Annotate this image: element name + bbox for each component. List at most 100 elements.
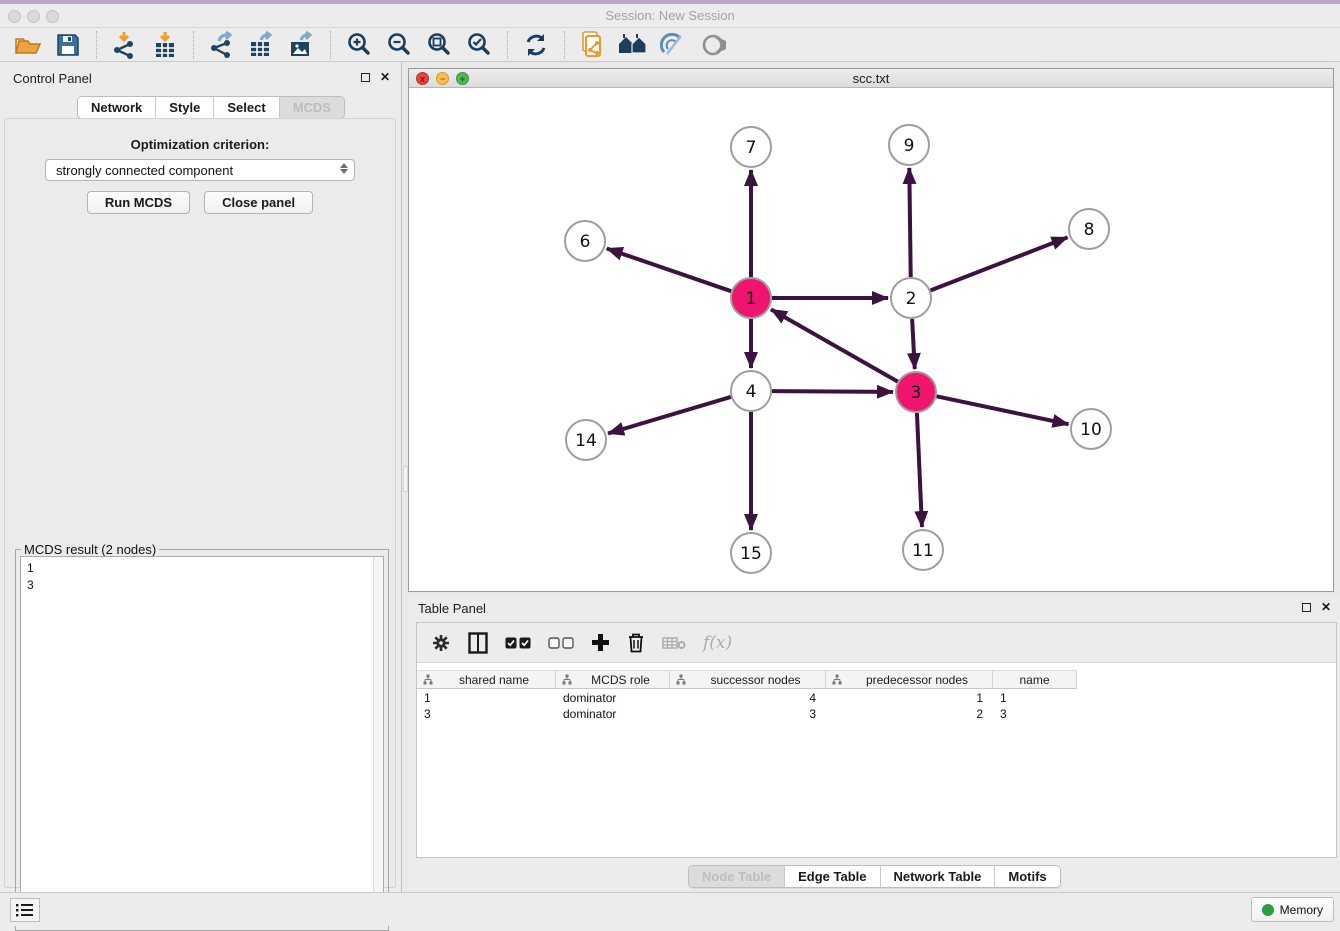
deselect-all-icon[interactable]: [548, 637, 574, 649]
optimization-criterion-select[interactable]: strongly connected component: [45, 159, 355, 181]
cell-predecessor-nodes[interactable]: 1: [826, 690, 993, 706]
zoom-fit-icon[interactable]: [424, 30, 454, 60]
vertical-splitter[interactable]: [401, 62, 408, 892]
export-table-icon[interactable]: [247, 30, 277, 60]
column-header-successor-nodes[interactable]: successor nodes: [670, 671, 826, 688]
table-toolbar: f(x): [417, 623, 1336, 663]
graph-edge-3-10[interactable]: [937, 396, 1069, 424]
table-panel-tabs: Node Table Edge Table Network Table Moti…: [688, 865, 1061, 888]
memory-button[interactable]: Memory: [1251, 897, 1334, 922]
column-header-predecessor-nodes[interactable]: predecessor nodes: [826, 671, 993, 688]
save-icon[interactable]: [53, 30, 83, 60]
memory-label: Memory: [1280, 903, 1323, 917]
toolbar-separator: [507, 31, 508, 59]
cell-name[interactable]: 3: [993, 706, 1077, 722]
tab-network-table[interactable]: Network Table: [880, 866, 995, 887]
mcds-result-text: 1 3: [27, 560, 34, 594]
graph-node-label: 4: [746, 382, 757, 402]
graph-edge-2-9[interactable]: [909, 168, 910, 277]
open-folder-icon[interactable]: [13, 30, 43, 60]
task-history-button[interactable]: [10, 898, 40, 922]
add-column-icon[interactable]: [591, 633, 610, 652]
tab-select[interactable]: Select: [213, 97, 278, 118]
zoom-selected-icon[interactable]: [464, 30, 494, 60]
network-graph[interactable]: 1234678910111415: [409, 89, 1333, 591]
vizmap-hide-icon[interactable]: [658, 30, 688, 60]
graph-node-label: 9: [904, 136, 915, 156]
column-type-icon: [562, 674, 572, 685]
columns-icon[interactable]: [468, 632, 488, 654]
graph-edge-4-3[interactable]: [772, 391, 893, 392]
close-panel-icon[interactable]: ✕: [380, 70, 390, 84]
status-bar: Memory: [0, 892, 1340, 926]
toolbar-separator: [96, 31, 97, 59]
import-table-icon[interactable]: [150, 30, 180, 60]
mcds-result-textarea[interactable]: 1 3: [20, 556, 384, 926]
close-panel-button[interactable]: Close panel: [204, 191, 313, 214]
export-network-icon[interactable]: [207, 30, 237, 60]
refresh-icon[interactable]: [521, 30, 551, 60]
float-table-panel-icon[interactable]: [1302, 603, 1311, 612]
graph-edge-3-11[interactable]: [917, 413, 922, 527]
graph-edge-1-6[interactable]: [607, 248, 731, 291]
memory-status-dot: [1262, 904, 1274, 916]
graph-node-label: 3: [911, 383, 922, 403]
tab-style[interactable]: Style: [155, 97, 213, 118]
column-type-icon: [832, 674, 842, 685]
network-from-selection-icon[interactable]: [578, 30, 608, 60]
tab-network[interactable]: Network: [78, 97, 155, 118]
graph-node-label: 14: [575, 431, 597, 451]
list-icon: [16, 903, 34, 917]
cell-predecessor-nodes[interactable]: 2: [826, 706, 993, 722]
control-panel: Control Panel ✕ Network Style Select MCD…: [0, 62, 401, 892]
tab-edge-table[interactable]: Edge Table: [784, 866, 879, 887]
table-header: shared name MCDS role successor nodes pr…: [417, 670, 1077, 689]
tab-node-table[interactable]: Node Table: [689, 866, 784, 887]
export-image-icon[interactable]: [287, 30, 317, 60]
home-icon[interactable]: [618, 30, 648, 60]
tab-mcds[interactable]: MCDS: [279, 97, 344, 118]
mcds-result-group: MCDS result (2 nodes) 1 3: [15, 549, 389, 931]
toolbar-separator: [330, 31, 331, 59]
import-network-icon[interactable]: [110, 30, 140, 60]
select-all-icon[interactable]: [505, 637, 531, 649]
result-scrollbar[interactable]: [373, 557, 383, 925]
graph-edge-2-8[interactable]: [931, 237, 1068, 290]
cell-mcds-role[interactable]: dominator: [556, 706, 670, 722]
delete-icon[interactable]: [627, 632, 645, 653]
close-table-panel-icon[interactable]: ✕: [1321, 600, 1331, 614]
table-row[interactable]: 3 dominator 3 2 3: [417, 706, 1336, 722]
cell-shared-name[interactable]: 1: [417, 690, 556, 706]
window-title: Session: New Session: [0, 8, 1340, 23]
cell-mcds-role[interactable]: dominator: [556, 690, 670, 706]
graph-node-label: 6: [580, 232, 591, 252]
network-window-title: scc.txt: [409, 71, 1333, 86]
column-header-mcds-role[interactable]: MCDS role: [556, 671, 670, 688]
graph-node-label: 1: [746, 289, 757, 309]
run-mcds-button[interactable]: Run MCDS: [87, 191, 190, 214]
gear-icon[interactable]: [431, 633, 451, 653]
delete-table-icon: [662, 636, 686, 650]
dropdown-value: strongly connected component: [56, 163, 233, 178]
network-window-titlebar[interactable]: x − + scc.txt: [409, 69, 1333, 88]
network-canvas[interactable]: 1234678910111415: [409, 89, 1333, 591]
mcds-result-title: MCDS result (2 nodes): [21, 542, 159, 557]
column-header-name[interactable]: name: [993, 671, 1077, 688]
graph-edge-2-3[interactable]: [912, 319, 915, 369]
graph-node-label: 2: [906, 289, 917, 309]
graph-edge-3-1[interactable]: [771, 309, 898, 381]
zoom-in-icon[interactable]: [344, 30, 374, 60]
cell-name[interactable]: 1: [993, 690, 1077, 706]
column-header-shared-name[interactable]: shared name: [417, 671, 556, 688]
eye-icon[interactable]: [698, 30, 728, 60]
graph-edge-4-14[interactable]: [608, 397, 731, 433]
application-window: Session: New Session: [0, 0, 1340, 926]
cell-successor-nodes[interactable]: 4: [670, 690, 826, 706]
cell-successor-nodes[interactable]: 3: [670, 706, 826, 722]
tab-motifs[interactable]: Motifs: [994, 866, 1059, 887]
table-row[interactable]: 1 dominator 4 1 1: [417, 690, 1336, 706]
cell-shared-name[interactable]: 3: [417, 706, 556, 722]
zoom-out-icon[interactable]: [384, 30, 414, 60]
float-panel-icon[interactable]: [361, 73, 370, 82]
table-body: 1 dominator 4 1 1 3 dominator 3 2 3: [417, 690, 1336, 722]
